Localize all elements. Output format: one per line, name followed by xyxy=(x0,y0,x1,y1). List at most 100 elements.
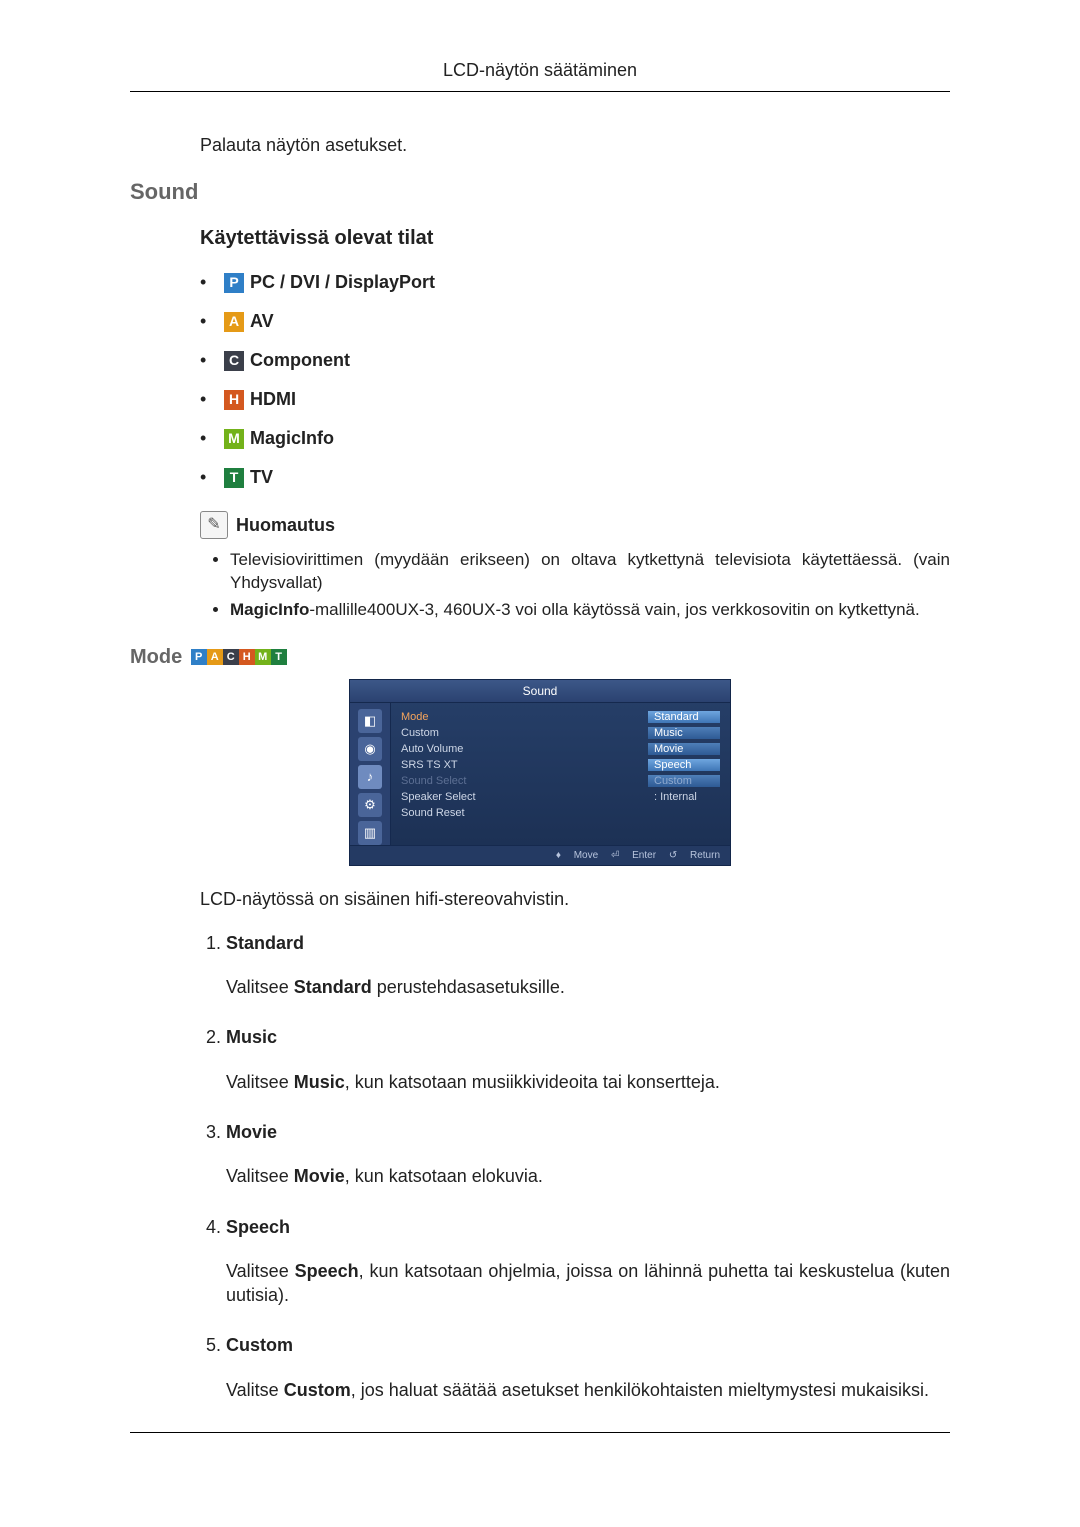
a-icon: A xyxy=(224,312,244,332)
page-header-title: LCD-näytön säätäminen xyxy=(130,60,950,81)
def-explanation: Valitsee Music, kun katsotaan musiikkivi… xyxy=(226,1070,950,1094)
mode-item-magicinfo: • M MagicInfo xyxy=(200,425,950,452)
p-icon: P xyxy=(224,273,244,293)
osd-row: Mode Standard xyxy=(401,709,720,725)
mode-mini-icons: P A C H M T xyxy=(191,649,287,665)
h-icon: H xyxy=(239,649,255,665)
bullet-icon: • xyxy=(200,386,224,413)
p-icon: P xyxy=(191,649,207,665)
osd-side-icon: ◉ xyxy=(358,737,382,761)
def-term: Music xyxy=(226,1025,950,1049)
osd-side-icon: ◧ xyxy=(358,709,382,733)
osd-row: Speaker Select : Internal xyxy=(401,789,720,805)
osd-footer-move: ♦ Move xyxy=(556,850,598,861)
note-label: Huomautus xyxy=(236,512,335,539)
note-bold: MagicInfo xyxy=(230,600,309,619)
note-item: Televisiovirittimen (myydään erikseen) o… xyxy=(230,549,950,595)
a-icon: A xyxy=(207,649,223,665)
note-list: Televisiovirittimen (myydään erikseen) o… xyxy=(200,549,950,622)
osd-value: Movie xyxy=(648,743,720,755)
osd-sidebar: ◧ ◉ ♪ ⚙ ▥ xyxy=(350,703,391,845)
osd-value: Standard xyxy=(648,711,720,723)
def-explanation: Valitse Custom, jos haluat säätää asetuk… xyxy=(226,1378,950,1402)
bullet-icon: • xyxy=(200,464,224,491)
def-explanation: Valitsee Speech, kun katsotaan ohjelmia,… xyxy=(226,1259,950,1308)
osd-row: Sound Reset xyxy=(401,805,720,821)
bullet-icon: • xyxy=(200,347,224,374)
subsection-available-modes: Käytettävissä olevat tilat xyxy=(200,223,950,253)
def-item-movie: Movie Valitsee Movie, kun katsotaan elok… xyxy=(226,1120,950,1189)
osd-value: Music xyxy=(648,727,720,739)
bullet-icon: • xyxy=(200,308,224,335)
osd-title: Sound xyxy=(350,680,730,703)
osd-footer-enter: ⏎ Enter xyxy=(611,850,656,861)
bullet-icon: • xyxy=(200,425,224,452)
osd-value: : Internal xyxy=(648,791,720,803)
def-item-standard: Standard Valitsee Standard perustehdasas… xyxy=(226,931,950,1000)
def-explanation: Valitsee Standard perustehdasasetuksille… xyxy=(226,975,950,999)
osd-body: ◧ ◉ ♪ ⚙ ▥ Mode Standard Custom Music xyxy=(350,703,730,845)
mode-item-tv: • T TV xyxy=(200,464,950,491)
osd-value: Custom xyxy=(648,775,720,787)
osd-row: Auto Volume Movie xyxy=(401,741,720,757)
h-icon: H xyxy=(224,390,244,410)
osd-label: Sound Select xyxy=(401,775,501,787)
def-term: Standard xyxy=(226,931,950,955)
osd-footer: ♦ Move ⏎ Enter ↺ Return xyxy=(350,845,730,865)
osd-row: SRS TS XT Speech xyxy=(401,757,720,773)
osd-main: Mode Standard Custom Music Auto Volume M… xyxy=(391,703,730,845)
section-sound: Sound xyxy=(130,179,950,205)
osd-side-icon: ⚙ xyxy=(358,793,382,817)
t-icon: T xyxy=(224,468,244,488)
note-item: MagicInfo-mallille400UX-3, 460UX-3 voi o… xyxy=(230,599,950,622)
osd-label: Mode xyxy=(401,711,501,723)
bullet-icon: • xyxy=(200,269,224,296)
mode-label: Component xyxy=(250,347,350,374)
t-icon: T xyxy=(271,649,287,665)
note-icon: ✎ xyxy=(200,511,228,539)
osd-side-icon: ▥ xyxy=(358,821,382,845)
def-item-music: Music Valitsee Music, kun katsotaan musi… xyxy=(226,1025,950,1094)
osd-row: Custom Music xyxy=(401,725,720,741)
osd-row: Sound Select Custom xyxy=(401,773,720,789)
mode-item-component: • C Component xyxy=(200,347,950,374)
osd-label: Auto Volume xyxy=(401,743,501,755)
mode-label: AV xyxy=(250,308,274,335)
osd-screenshot: Sound ◧ ◉ ♪ ⚙ ▥ Mode Standard Custom xyxy=(130,679,950,866)
divider xyxy=(130,91,950,92)
mode-label: MagicInfo xyxy=(250,425,334,452)
osd-panel: Sound ◧ ◉ ♪ ⚙ ▥ Mode Standard Custom xyxy=(349,679,731,866)
note-heading: ✎ Huomautus xyxy=(200,511,950,539)
osd-footer-return: ↺ Return xyxy=(669,850,720,861)
def-item-custom: Custom Valitse Custom, jos haluat säätää… xyxy=(226,1333,950,1402)
footer-divider xyxy=(130,1432,950,1433)
osd-value xyxy=(648,807,720,819)
osd-label: Sound Reset xyxy=(401,807,501,819)
mode-item-pc: • P PC / DVI / DisplayPort xyxy=(200,269,950,296)
osd-value: Speech xyxy=(648,759,720,771)
mode-label: HDMI xyxy=(250,386,296,413)
mode-heading: Mode xyxy=(130,646,182,669)
mode-section: Mode P A C H M T xyxy=(130,646,950,669)
after-osd-text: LCD-näytössä on sisäinen hifi-stereovahv… xyxy=(200,886,950,913)
m-icon: M xyxy=(224,429,244,449)
c-icon: C xyxy=(224,351,244,371)
mode-item-av: • A AV xyxy=(200,308,950,335)
def-item-speech: Speech Valitsee Speech, kun katsotaan oh… xyxy=(226,1215,950,1308)
definition-list: Standard Valitsee Standard perustehdasas… xyxy=(200,931,950,1402)
mode-list: • P PC / DVI / DisplayPort • A AV • C Co… xyxy=(200,269,950,491)
intro-text: Palauta näytön asetukset. xyxy=(200,132,950,159)
def-explanation: Valitsee Movie, kun katsotaan elokuvia. xyxy=(226,1164,950,1188)
def-term: Movie xyxy=(226,1120,950,1144)
def-term: Custom xyxy=(226,1333,950,1357)
osd-label: Speaker Select xyxy=(401,791,501,803)
mode-label: PC / DVI / DisplayPort xyxy=(250,269,435,296)
osd-side-icon-sound: ♪ xyxy=(358,765,382,789)
osd-label: SRS TS XT xyxy=(401,759,501,771)
body-lower: LCD-näytössä on sisäinen hifi-stereovahv… xyxy=(200,886,950,1402)
document-page: LCD-näytön säätäminen Palauta näytön ase… xyxy=(0,0,1080,1503)
c-icon: C xyxy=(223,649,239,665)
body: Käytettävissä olevat tilat • P PC / DVI … xyxy=(200,223,950,622)
mode-item-hdmi: • H HDMI xyxy=(200,386,950,413)
note-text: -mallille400UX-3, 460UX-3 voi olla käytö… xyxy=(309,600,919,619)
